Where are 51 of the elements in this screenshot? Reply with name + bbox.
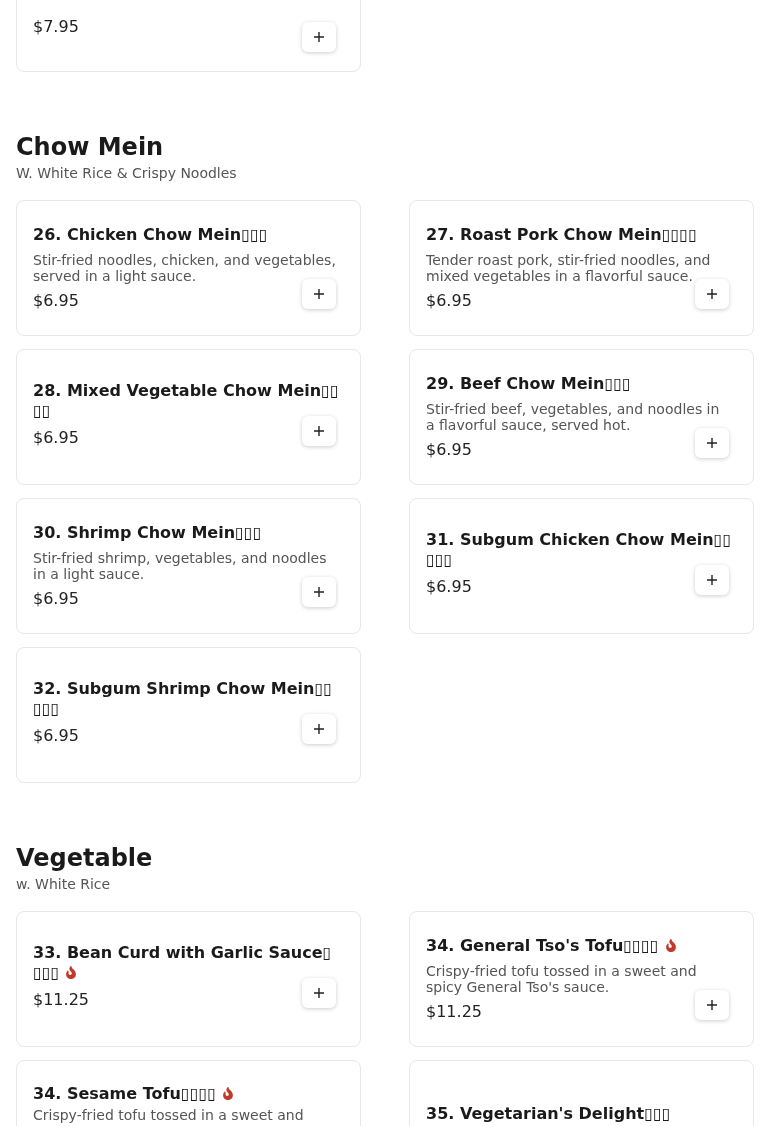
item-name: 34. Sesame Tofu▯▯▯▯ [33,1084,217,1103]
item-description: Crispy-fried tofu tossed in a sweet and spicy General Tso's sauce. [426,963,698,995]
plus-icon [707,438,717,448]
item-price: $6.95 [33,588,79,610]
item-name: 35. Vegetarian's Delight▯▯▯ [426,1104,671,1123]
item-name: 28. Mixed Vegetable Chow Mein▯▯▯▯ [33,380,339,420]
add-button[interactable] [695,564,729,595]
section-title: Vegetable [16,843,154,873]
add-button[interactable] [695,428,729,458]
item-price: $6.95 [33,426,79,449]
add-button[interactable] [302,713,336,744]
item-price: $6.95 [33,724,79,747]
item-price: $6.95 [33,290,79,312]
item-name: 32. Subgum Shrimp Chow Mein▯▯▯▯▯ [33,678,333,718]
plus-icon [314,32,324,42]
item-description: Stir-fried noodles, chicken, and vegetables, served in a light sauce. [33,252,337,284]
item-description: Crispy-fried tofu tossed in a sweet and [33,1107,305,1123]
add-button[interactable] [302,279,336,309]
item-name: 33. Bean Curd with Garlic Sauce▯▯▯▯ [33,942,332,982]
plus-icon [707,289,717,299]
item-name: 31. Subgum Chicken Chow Mein▯▯▯▯▯ [426,529,732,569]
plus-icon [314,587,324,597]
plus-icon [314,425,324,436]
add-button[interactable] [302,977,336,1008]
item-price: $6.95 [426,575,472,598]
section-subtitle: w. White Rice [16,875,112,894]
item-name: 34. General Tso's Tofu▯▯▯▯ [426,936,659,955]
item-name: 29. Beef Chow Mein▯▯▯ [426,374,631,393]
item-price: $11.25 [426,1001,482,1023]
plus-icon [314,723,324,734]
item-price: $6.95 [426,290,472,312]
add-button[interactable] [695,990,729,1020]
section-subtitle: W. White Rice & Crispy Noodles [16,164,238,183]
item-description: Stir-fried beef, vegetables, and noodles in a flavorful sauce, served hot. [426,401,721,433]
add-button[interactable] [302,415,336,446]
section-title: Chow Mein [16,132,165,162]
add-button[interactable] [302,577,336,607]
add-button[interactable] [302,22,336,52]
plus-icon [314,289,324,299]
item-name: 27. Roast Pork Chow Mein▯▯▯▯ [426,225,697,244]
item-price: $11.25 [33,988,89,1011]
item-description: Tender roast pork, stir-fried noodles, and mixed vegetables in a flavorful sauce. [426,252,712,284]
item-price: $7.95 [33,16,79,38]
item-name: 30. Shrimp Chow Mein▯▯▯ [33,523,262,542]
item-description: Stir-fried shrimp, vegetables, and noodles in a light sauce. [33,550,328,582]
item-name: 26. Chicken Chow Mein▯▯▯ [33,225,268,244]
item-price: $6.95 [426,439,472,461]
plus-icon [707,574,717,585]
plus-icon [707,1000,717,1010]
add-button[interactable] [695,279,729,309]
plus-icon [314,987,324,998]
